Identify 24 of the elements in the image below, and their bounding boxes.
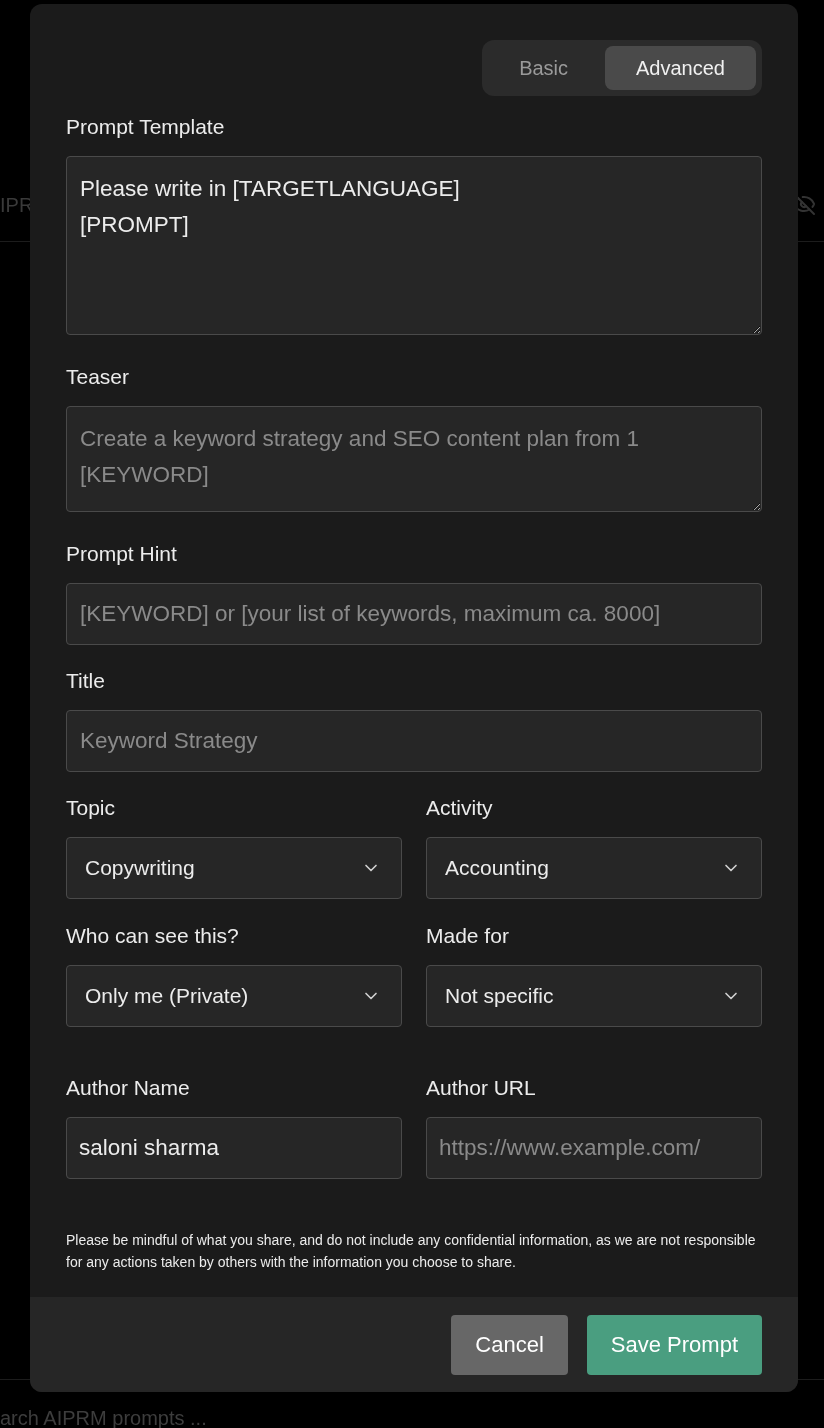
field-label: Prompt Hint [66,541,178,567]
select-dropdown[interactable]: Copywriting [66,837,402,899]
text-area[interactable]: Please write in [TARGETLANGUAGE] [PROMPT] [66,156,762,335]
field-label: Teaser [66,364,131,390]
privacy-notice: Please be mindful of what you share, and do not include any confidential information, as we are not responsible for any actions taken by others with the information you choose to share. [66,1231,757,1272]
text-field[interactable]: [KEYWORD] or [your list of keywords, maximum ca. 8000] [66,583,762,645]
field-label: Title [66,668,106,694]
field-label: Topic [66,795,117,821]
select-dropdown[interactable]: Only me (Private) [66,965,402,1027]
field-label: Prompt Template [66,114,226,140]
select-dropdown[interactable]: Not specific [426,965,762,1027]
field-label: Activity [426,795,494,821]
field-label: Author URL [426,1075,537,1101]
cancel-button[interactable]: Cancel [451,1314,568,1375]
field-label: Made for [426,923,510,949]
text-field[interactable]: https://www.example.com/ [426,1117,762,1179]
field-label: Author Name [66,1075,191,1101]
field-label: Who can see this? [66,923,240,949]
text-area[interactable]: Create a keyword strategy and SEO content plan from 1 [KEYWORD] [66,406,762,512]
select-dropdown[interactable]: Accounting [426,837,762,899]
text-field[interactable]: Keyword Strategy [66,710,762,772]
mode-tab[interactable]: Advanced [605,46,756,90]
mode-tab[interactable]: Basic [488,46,600,90]
text-field[interactable]: saloni sharma [66,1117,402,1179]
